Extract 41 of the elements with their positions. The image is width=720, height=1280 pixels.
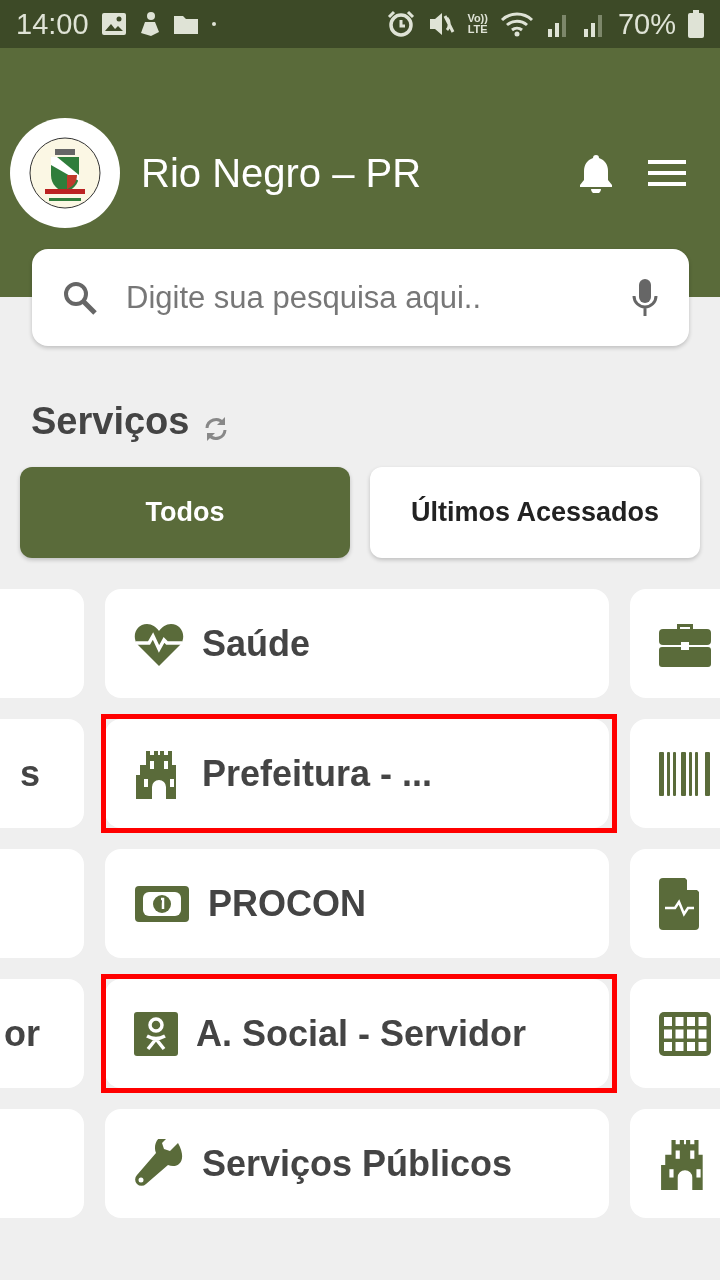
service-label: A. Social - Servidor [196,1012,527,1055]
filter-tab[interactable]: Últimos Acessados [370,467,700,558]
lte-label: LTE [467,24,488,35]
alarm-icon [387,10,416,38]
volte-label: Vo)) [467,13,488,24]
service-card[interactable]: PROCON [105,849,609,958]
dot-icon [210,21,217,27]
logo-drawing [29,137,101,209]
menu-button[interactable] [648,160,686,186]
section-title: Serviços [31,400,190,443]
bell-icon [578,153,614,193]
service-card[interactable]: Saúde [105,589,609,698]
filter-tab[interactable]: Todos [20,467,350,558]
heart-pulse-icon [134,621,184,666]
barcode-icon [659,751,711,796]
figure-icon [138,11,161,37]
search-bar[interactable]: Digite sua pesquisa aqui.. [32,249,689,346]
battery-icon [688,10,704,38]
battery-percent: 70% [617,7,676,41]
service-label: Serviços Públicos [202,1142,513,1185]
table-icon [659,1011,711,1056]
clock-time: 14:00 [16,7,89,41]
app-title: Rio Negro – PR [141,150,423,196]
microphone-icon [631,277,659,318]
service-label: Saúde [202,622,311,665]
service-label: Prefeitura - ... [202,752,433,795]
person-square-icon [134,1011,178,1056]
wrench-icon [134,1138,184,1189]
service-label: PROCON [208,882,366,925]
service-card[interactable]: Serviços Públicos [105,1109,609,1218]
service-card[interactable]: s [0,719,84,828]
banknote-icon [134,884,190,923]
menu-icon [648,160,686,186]
mute-icon [427,10,456,38]
folder-icon [172,13,199,35]
file-pulse-icon [659,877,699,930]
image-icon [100,12,127,36]
service-card[interactable]: or [0,979,84,1088]
notifications-button[interactable] [578,153,614,193]
search-icon [62,279,98,316]
wifi-icon [499,11,534,37]
